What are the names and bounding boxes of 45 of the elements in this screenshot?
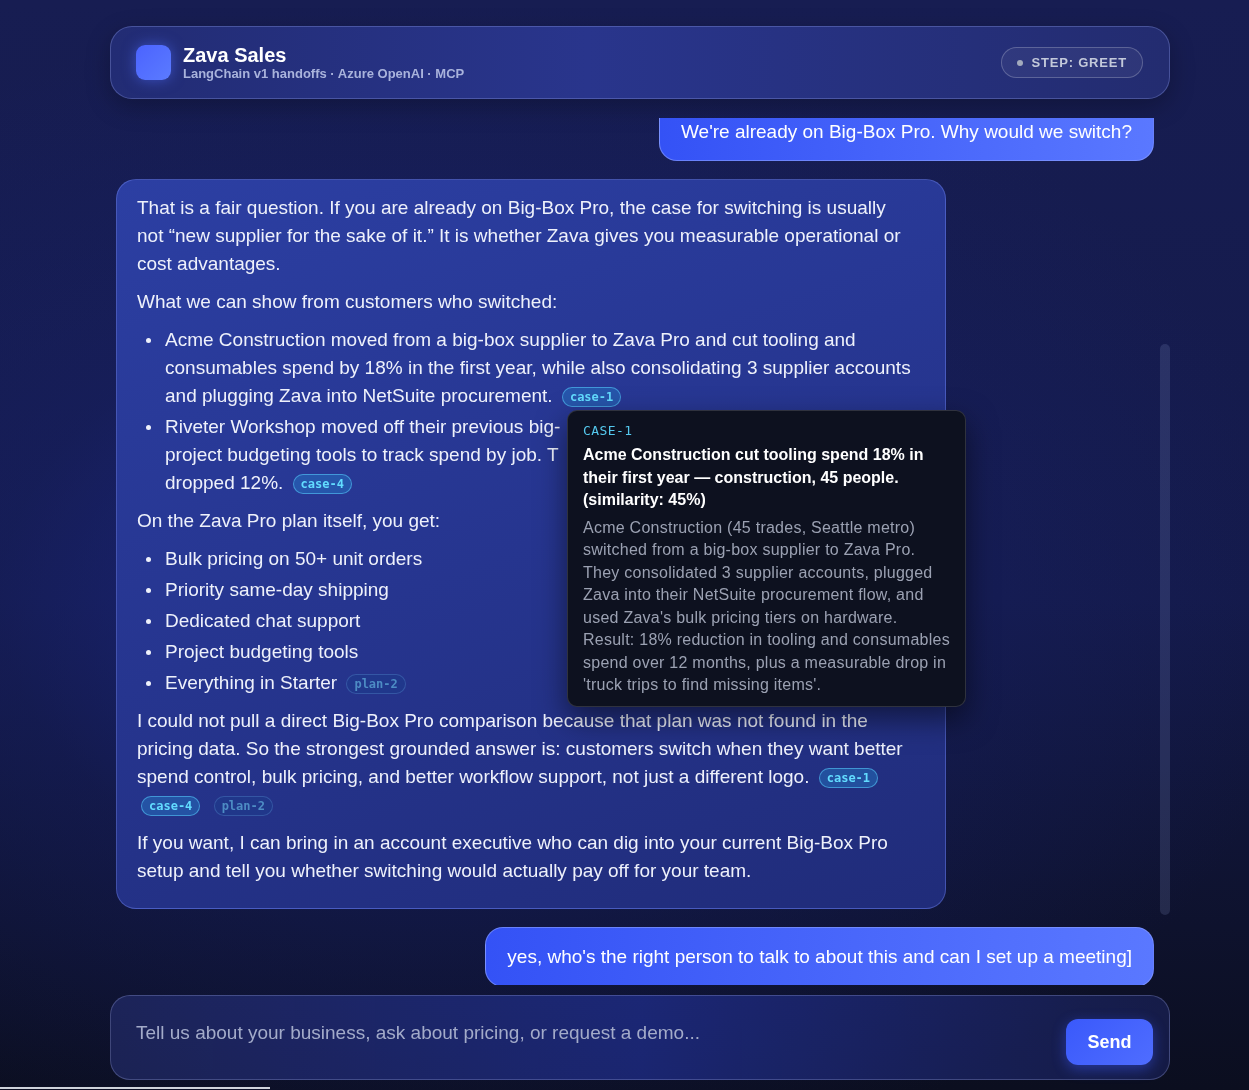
bullet-icon [146, 588, 151, 593]
message-text: Dedicated chat support [165, 610, 361, 631]
bullet-icon [146, 681, 151, 686]
message-text: What we can show from customers who switched: [137, 291, 558, 312]
tooltip-title: Acme Construction cut tooling spend 18% in their first year — construction, 45 people. (similarity: 45%) [583, 445, 925, 510]
scrollbar-thumb[interactable] [1160, 344, 1170, 915]
message-text: pricing data. So the strongest grounded answer is: customers switch when they want better [137, 737, 903, 761]
message-text: Everything in Starter [165, 672, 338, 693]
message-text: Project budgeting tools [165, 641, 359, 662]
tooltip-body: Acme Construction (45 trades, Seattle metro) switched from a big-box supplier to Zava Pro. They consolidated 3 supplier accounts, plugged Zava into their NetSuite procurement flow, and used Zava's bulk pricing tiers on hardware. Result: 18% reduction in tooling and consumables spend over 12 months, plus a measurable drop in 'truck trips to find missing items'. [583, 517, 950, 695]
citation-chip[interactable]: plan-2 [213, 796, 273, 816]
message-input[interactable]: Tell us about your business, ask about pricing, or request a demo... [136, 1013, 1054, 1053]
message-text: dropped 12%. [165, 472, 284, 493]
message-text: That is a fair question. If you are already on Big-Box Pro, the case for switching is usually not “new supplier for the sake of it.” It is whether Zava gives you measurable operational or cost advantages. [137, 197, 901, 274]
message-text: consumables spend by 18% in the first year, while also consolidating 3 supplier accounts [165, 356, 911, 380]
message-text: On the Zava Pro plan itself, you get: [137, 510, 441, 531]
citation-chip[interactable]: plan-2 [346, 674, 406, 694]
bullet-icon [146, 425, 151, 430]
message-text: Acme Construction moved from a big-box supplier to Zava Pro and cut tooling and [165, 328, 856, 352]
status-dot-icon [1016, 59, 1023, 66]
app-subtitle: LangChain v1 handoffs · Azure OpenAI · MCP [183, 65, 465, 82]
message-text: and plugging Zava into NetSuite procurement. [165, 385, 553, 406]
citation-chip[interactable]: case-1 [818, 768, 879, 788]
message-composer[interactable]: Tell us about your business, ask about pricing, or request a demo... Send [110, 995, 1170, 1080]
bullet-icon [146, 650, 151, 655]
message-text: project budgeting tools to track spend by job. T [165, 443, 559, 467]
message-text: Priority same-day shipping [165, 579, 389, 600]
step-label: STEP: GREET [1031, 55, 1127, 70]
user-message-bubble: We're already on Big-Box Pro. Why would we switch? [658, 118, 1154, 161]
citation-chip[interactable]: case-1 [561, 387, 622, 407]
citation-chip[interactable]: case-4 [292, 474, 352, 494]
bullet-icon [146, 338, 151, 343]
send-button[interactable]: Send [1066, 1019, 1153, 1065]
user-message-bubble: yes, who's the right person to talk to about this and can I set up a meeting] [485, 927, 1154, 985]
message-text: I could not pull a direct Big-Box Pro comparison because that plan was not found in the [137, 709, 868, 733]
app-title: Zava Sales [183, 43, 287, 66]
citation-chip[interactable]: case-4 [141, 796, 201, 816]
message-text: spend control, bulk pricing, and better workflow support, not just a different logo. [137, 766, 810, 787]
message-text: Bulk pricing on 50+ unit orders [165, 548, 423, 569]
message-text: Riveter Workshop moved off their previous big- [165, 415, 561, 439]
bullet-icon [146, 557, 151, 562]
tooltip-label: CASE-1 [583, 422, 633, 440]
logo-icon [136, 45, 171, 80]
bullet-icon [146, 619, 151, 624]
message-text: If you want, I can bring in an account executive who can dig into your current Big-Box Pro setup and tell you whether switching would actually pay off for your team. [137, 832, 888, 881]
